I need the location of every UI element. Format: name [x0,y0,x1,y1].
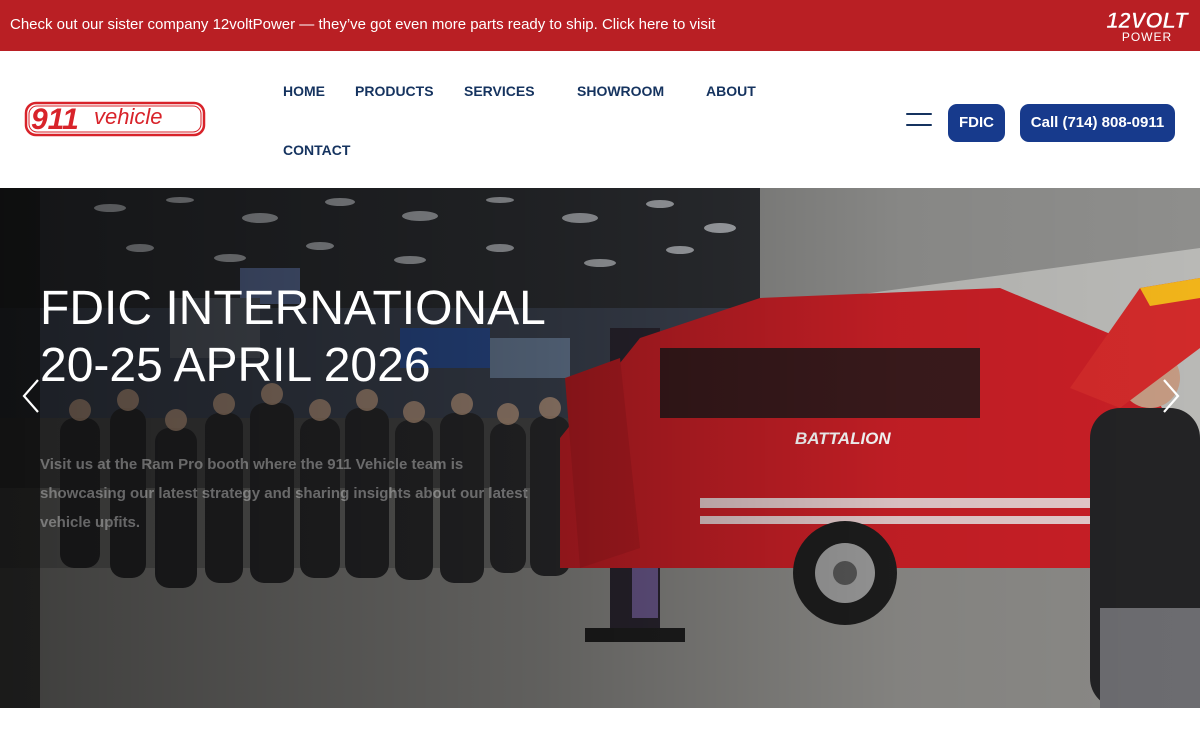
hero-slider: BATTALION FDIC INTERNATIONAL 20-25 APRIL… [0,188,1200,708]
hero-title-line2: 20-25 APRIL 2026 [40,339,431,392]
911vehicle-logo[interactable]: 911 vehicle [24,100,206,138]
hero-overlay [0,188,1200,708]
nav-showroom[interactable]: SHOWROOM [577,83,664,99]
chevron-left-icon[interactable] [18,378,48,414]
hamburger-bar-bottom [906,124,932,126]
nav-home[interactable]: HOME [283,83,325,99]
site-header: 911 vehicle HOME PRODUCTS SERVICES SHOWR… [0,51,1200,188]
promo-banner[interactable]: Check out our sister company 12voltPower… [0,0,1200,51]
promo-text[interactable]: Check out our sister company 12voltPower… [10,16,715,34]
hamburger-icon[interactable] [906,111,934,129]
nav-about[interactable]: ABOUT [706,83,756,99]
nav-services[interactable]: SERVICES [464,83,535,99]
logo-number: 911 [31,103,79,136]
call-button[interactable]: Call (714) 808-0911 [1020,104,1175,142]
hero-title-line1: FDIC INTERNATIONAL [40,282,546,335]
12voltpower-logo[interactable]: 12VOLT POWER [1103,8,1191,44]
nav-products[interactable]: PRODUCTS [355,83,434,99]
nav-contact[interactable]: CONTACT [283,142,350,158]
logo-word: vehicle [94,104,162,129]
hamburger-bar-top [906,113,932,115]
fdic-button[interactable]: FDIC [948,104,1005,142]
logo-sub-text: POWER [1122,30,1172,44]
chevron-right-icon[interactable] [1156,378,1186,414]
hero-description: Visit us at the Ram Pro booth where the … [40,456,528,531]
hero-title: FDIC INTERNATIONAL 20-25 APRIL 2026 [40,280,546,394]
